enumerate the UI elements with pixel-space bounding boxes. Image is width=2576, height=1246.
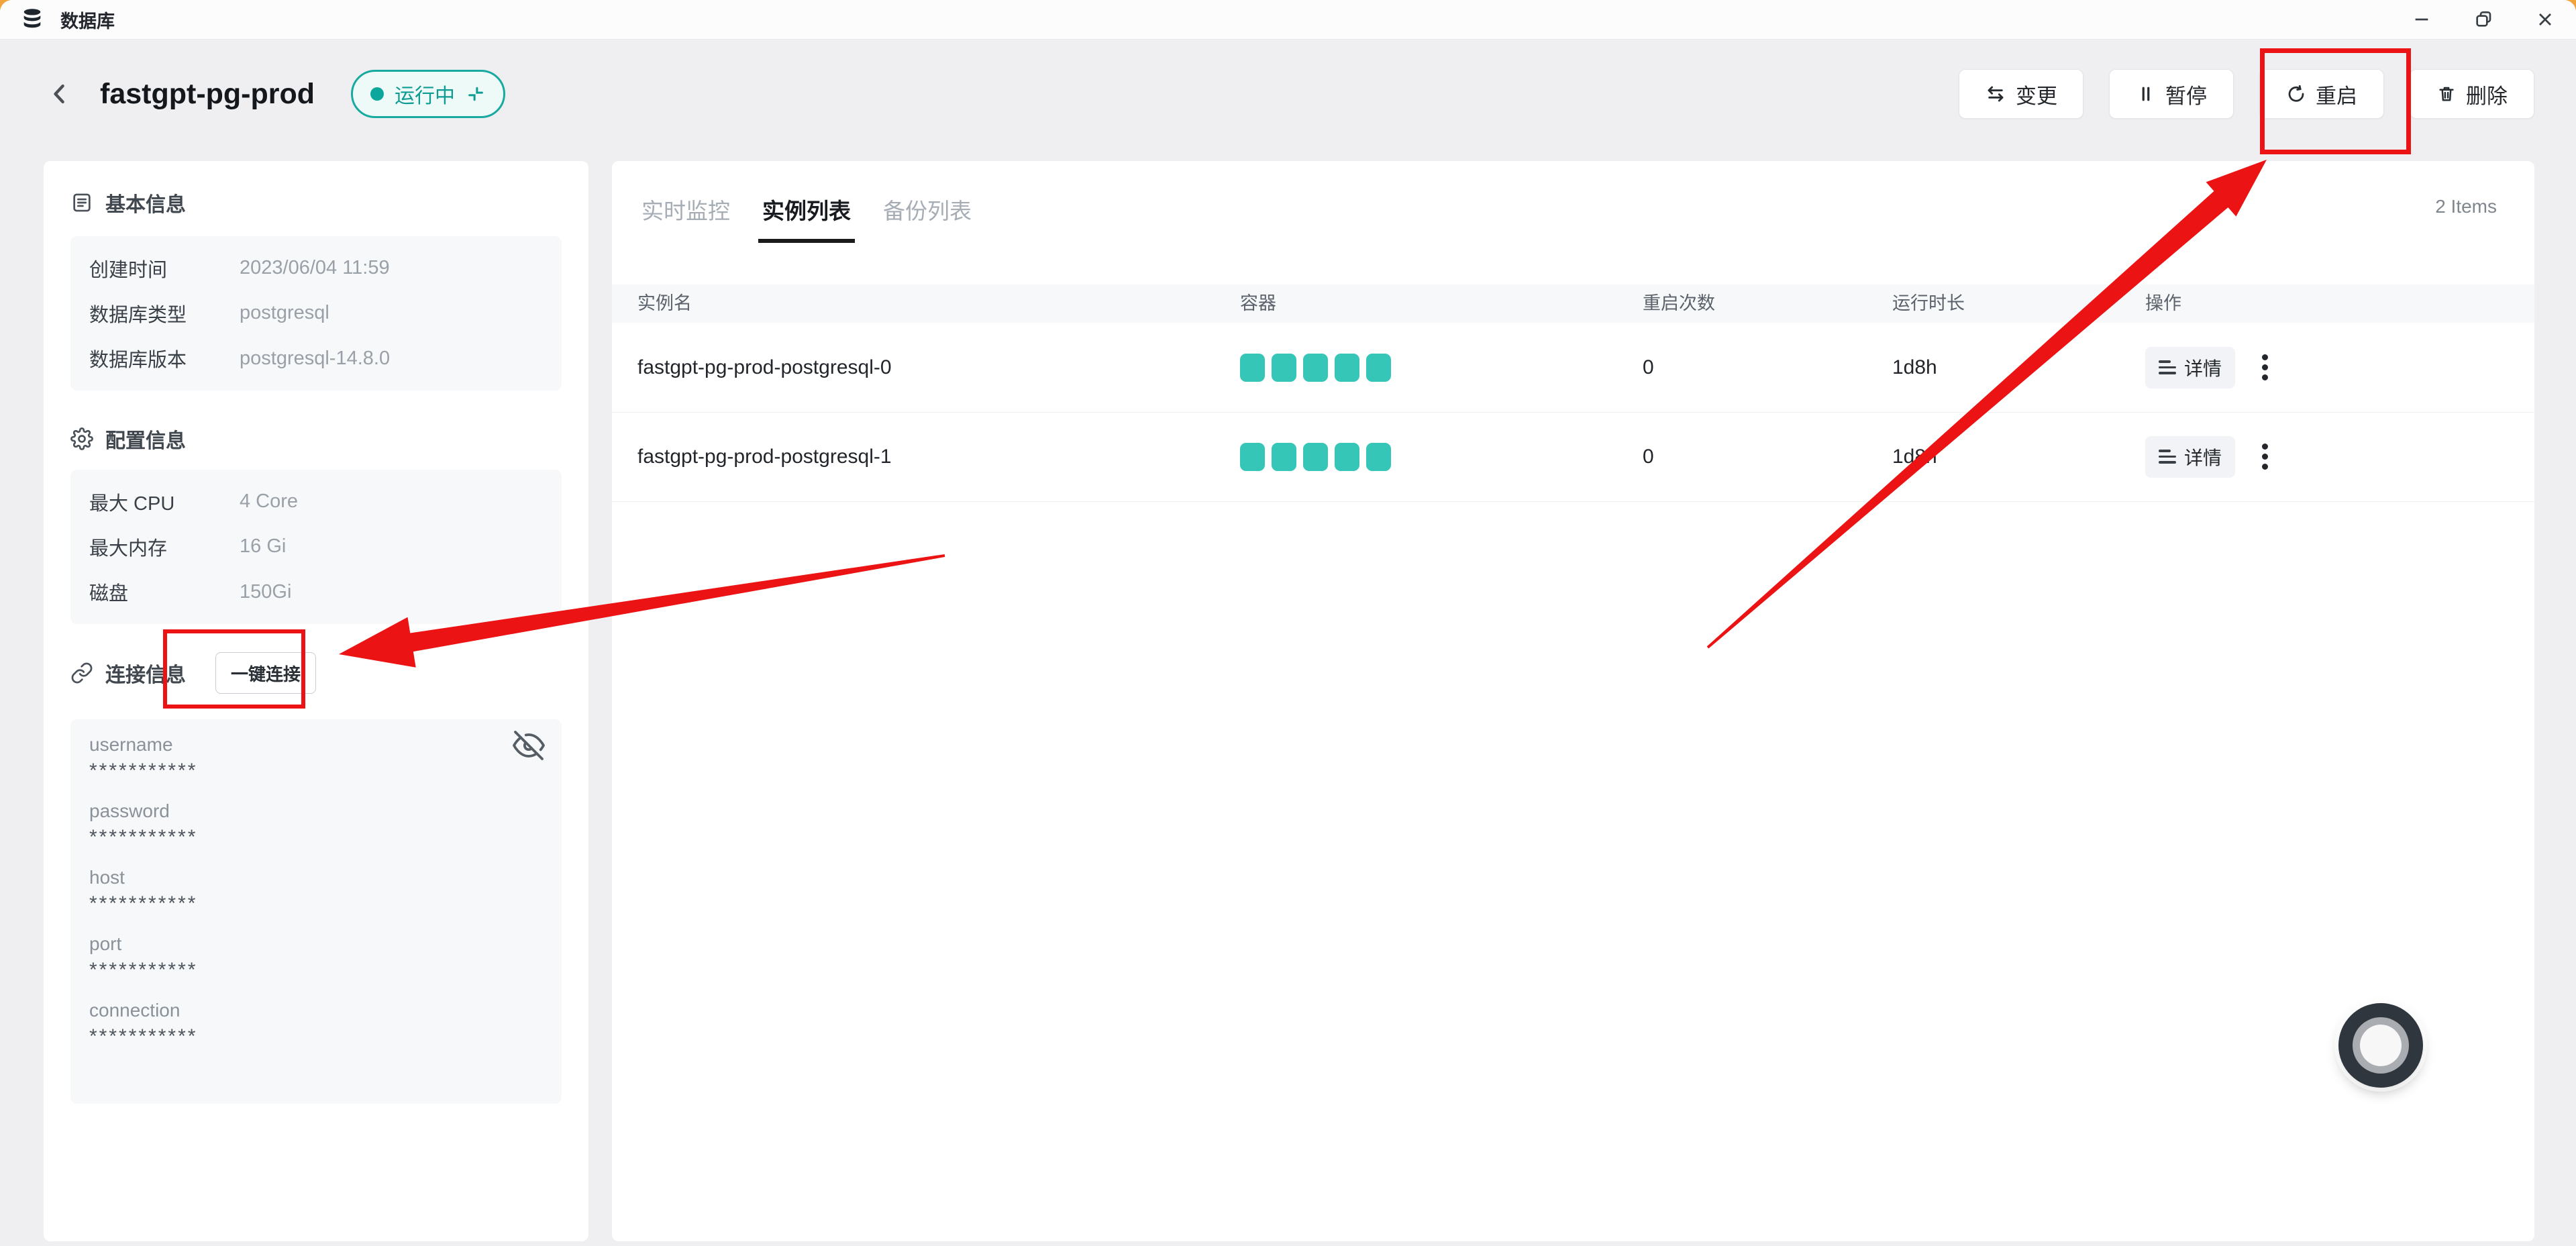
items-count: 2 Items <box>2435 196 2497 217</box>
main-panel: 实时监控 实例列表 备份列表 2 Items 实例名 容器 重启次数 运行时长 … <box>612 161 2534 1241</box>
detail-lines-icon <box>2159 450 2176 464</box>
document-icon <box>70 191 93 214</box>
detail-button[interactable]: 详情 <box>2145 436 2235 478</box>
close-button[interactable] <box>2514 0 2576 39</box>
header-actions: 变更 暂停 重启 <box>1959 69 2534 119</box>
back-button[interactable] <box>44 78 76 110</box>
kv-row-memory: 最大内存 16 Gi <box>70 533 562 561</box>
change-button[interactable]: 变更 <box>1959 69 2083 119</box>
config-info-card: 最大 CPU 4 Core 最大内存 16 Gi 磁盘 150Gi <box>70 470 562 624</box>
minimize-button[interactable] <box>2391 0 2453 39</box>
page-header: fastgpt-pg-prod 运行中 变更 <box>44 59 2534 129</box>
delete-button[interactable]: 删除 <box>2410 69 2534 119</box>
sidebar-panel: 基本信息 创建时间 2023/06/04 11:59 数据库类型 postgre… <box>44 161 588 1241</box>
uptime: 1d8h <box>1892 323 1937 412</box>
container-status <box>1240 443 1391 471</box>
tab-backup-list[interactable]: 备份列表 <box>879 184 976 243</box>
conn-field-port: port *********** <box>89 933 543 982</box>
pod-switch-icon <box>466 84 486 104</box>
kv-row-dbversion: 数据库版本 postgresql-14.8.0 <box>70 344 562 372</box>
row-menu-button[interactable] <box>2255 437 2275 476</box>
connection-info-header: 连接信息 一键连接 <box>70 652 316 694</box>
kv-row-dbtype: 数据库类型 postgresql <box>70 299 562 327</box>
instance-name: fastgpt-pg-prod-postgresql-0 <box>637 323 892 412</box>
one-click-connect-button[interactable]: 一键连接 <box>215 652 316 694</box>
kv-row-cpu: 最大 CPU 4 Core <box>70 488 562 516</box>
config-info-header: 配置信息 <box>70 424 186 454</box>
connection-info-card: username *********** password **********… <box>70 719 562 1104</box>
detail-button[interactable]: 详情 <box>2145 347 2235 388</box>
app-window: 数据库 fastgpt-pg-prod 运行中 <box>0 0 2576 1246</box>
uptime: 1d8h <box>1892 412 1937 501</box>
database-logo-icon <box>20 7 44 32</box>
row-menu-button[interactable] <box>2255 348 2275 387</box>
tab-bar: 实时监控 实例列表 备份列表 <box>637 184 976 243</box>
pause-icon <box>2136 84 2156 104</box>
conn-field-password: password *********** <box>89 800 543 849</box>
pause-button[interactable]: 暂停 <box>2109 69 2234 119</box>
title-bar: 数据库 <box>0 0 2576 40</box>
link-icon <box>70 662 93 684</box>
status-dot-icon <box>370 87 384 101</box>
eye-off-icon[interactable] <box>512 729 546 762</box>
restart-icon <box>2286 84 2306 104</box>
table-header: 实例名 容器 重启次数 运行时长 操作 <box>612 284 2534 323</box>
kv-row-created: 创建时间 2023/06/04 11:59 <box>70 254 562 282</box>
app-title: 数据库 <box>60 7 115 33</box>
gear-icon <box>70 427 93 450</box>
basic-info-card: 创建时间 2023/06/04 11:59 数据库类型 postgresql 数… <box>70 236 562 391</box>
page-title: fastgpt-pg-prod <box>100 78 315 111</box>
restart-button[interactable]: 重启 <box>2259 69 2384 119</box>
detail-lines-icon <box>2159 360 2176 374</box>
restore-button[interactable] <box>2453 0 2514 39</box>
restart-count: 0 <box>1643 323 1654 412</box>
table-row[interactable]: fastgpt-pg-prod-postgresql-1 0 1d8h 详情 <box>612 412 2534 502</box>
instance-name: fastgpt-pg-prod-postgresql-1 <box>637 412 892 501</box>
conn-field-host: host *********** <box>89 867 543 915</box>
tab-monitoring[interactable]: 实时监控 <box>637 184 734 243</box>
kv-row-disk: 磁盘 150Gi <box>70 578 562 606</box>
conn-field-connection: connection *********** <box>89 1000 543 1048</box>
container-status <box>1240 354 1391 382</box>
conn-field-username: username *********** <box>89 734 543 782</box>
restart-count: 0 <box>1643 412 1654 501</box>
status-badge: 运行中 <box>351 70 505 118</box>
swap-arrows-icon <box>1985 83 2006 105</box>
tab-instance-list[interactable]: 实例列表 <box>758 184 855 243</box>
trash-icon <box>2436 84 2457 104</box>
basic-info-header: 基本信息 <box>70 188 186 217</box>
table-row[interactable]: fastgpt-pg-prod-postgresql-0 0 1d8h 详情 <box>612 323 2534 413</box>
